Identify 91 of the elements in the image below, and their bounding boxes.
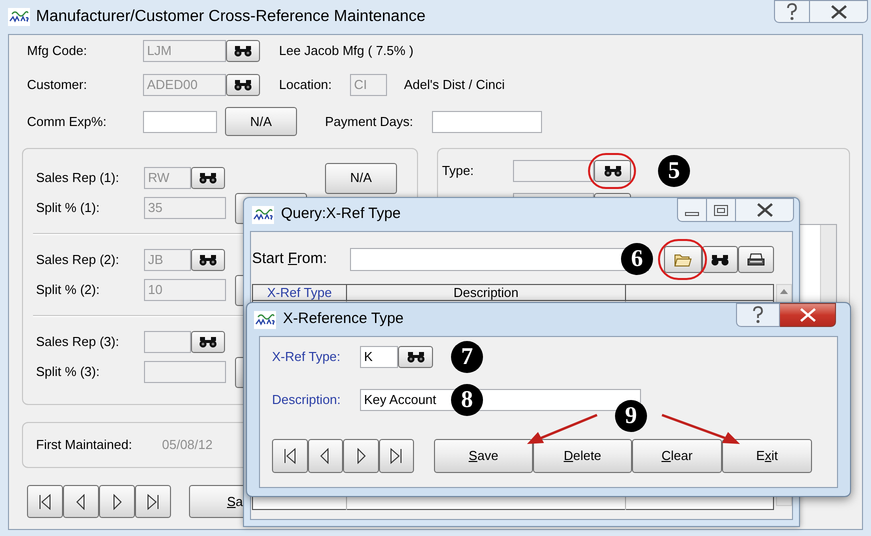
arrow bbox=[527, 414, 598, 444]
navigation-button[interactable] bbox=[99, 485, 135, 518]
binoculars-button[interactable] bbox=[226, 74, 260, 96]
navigation-button[interactable] bbox=[27, 485, 63, 518]
field-label: Sales Rep (3): bbox=[36, 333, 120, 352]
help-button[interactable] bbox=[774, 0, 810, 23]
maximize-icon bbox=[714, 204, 728, 216]
manufacturer-name: Lee Jacob Mfg ( 7.5% ) bbox=[279, 42, 414, 60]
field-label: Payment Days: bbox=[325, 112, 414, 131]
text-field[interactable]: K bbox=[360, 346, 398, 368]
printer-icon bbox=[747, 252, 765, 266]
window-title: X-Reference Type bbox=[283, 309, 404, 330]
location-name: Adel's Dist / Cinci bbox=[404, 76, 505, 94]
na-button[interactable]: N/A bbox=[325, 162, 397, 194]
action-button[interactable]: Clear bbox=[632, 439, 722, 473]
print-button[interactable] bbox=[738, 246, 774, 273]
field-label: Type: bbox=[442, 162, 475, 180]
step-number-badge: 6 bbox=[621, 243, 653, 275]
binoculars-button[interactable] bbox=[191, 167, 225, 189]
navigation-button[interactable] bbox=[272, 439, 308, 473]
minimize-icon bbox=[685, 212, 699, 216]
binoculars-button[interactable] bbox=[191, 331, 225, 353]
navigation-button[interactable] bbox=[378, 439, 414, 473]
close-button[interactable] bbox=[736, 198, 794, 222]
first-record-icon bbox=[38, 494, 52, 510]
action-button[interactable]: Save bbox=[434, 439, 533, 473]
binoculars-icon bbox=[711, 254, 729, 266]
binoculars-icon bbox=[199, 172, 217, 184]
scroll-up-icon bbox=[780, 289, 788, 294]
column-header[interactable]: X-Ref Type bbox=[253, 285, 347, 300]
navigation-button[interactable] bbox=[343, 439, 378, 473]
field-label: Split % (1): bbox=[36, 199, 101, 218]
field-label: Split % (3): bbox=[36, 363, 101, 382]
close-button[interactable] bbox=[810, 0, 868, 23]
binoculars-icon bbox=[234, 45, 252, 57]
logo-icon bbox=[252, 206, 274, 224]
start-from-label: Start From: bbox=[252, 249, 328, 270]
binoculars-icon bbox=[234, 79, 252, 91]
binoculars-button[interactable] bbox=[226, 40, 260, 62]
column-header[interactable]: Description bbox=[347, 285, 626, 300]
binoculars-icon bbox=[199, 254, 217, 266]
text-field[interactable] bbox=[432, 110, 542, 132]
last-record-icon bbox=[146, 494, 160, 510]
binoculars-button[interactable] bbox=[594, 160, 631, 182]
na-button[interactable]: N/A bbox=[225, 107, 297, 136]
first-record-icon bbox=[282, 448, 297, 464]
text-field[interactable] bbox=[143, 110, 217, 132]
window-title: Query:X-Ref Type bbox=[281, 204, 401, 224]
date-value: 05/08/12 bbox=[162, 436, 213, 454]
close-icon bbox=[798, 308, 816, 322]
navigation-button[interactable] bbox=[63, 485, 99, 518]
binoculars-button[interactable] bbox=[191, 249, 225, 271]
close-icon bbox=[756, 203, 774, 217]
close-icon bbox=[830, 4, 848, 18]
maximize-button[interactable] bbox=[707, 198, 736, 222]
binoculars-icon bbox=[199, 336, 217, 348]
navigation-button[interactable] bbox=[308, 439, 343, 473]
window-title: Manufacturer/Customer Cross-Reference Maintenance bbox=[36, 7, 426, 27]
binoculars-button[interactable] bbox=[702, 246, 738, 273]
minimize-button[interactable] bbox=[677, 198, 707, 222]
field-label: Customer: bbox=[27, 76, 88, 94]
field-label: Split % (2): bbox=[36, 281, 101, 300]
field-label: First Maintained: bbox=[36, 436, 134, 454]
field-label: Description: bbox=[272, 391, 342, 410]
help-icon bbox=[786, 2, 798, 20]
step-number-badge: 5 bbox=[658, 155, 690, 187]
step-number-badge: 8 bbox=[451, 384, 483, 416]
field-label: Comm Exp%: bbox=[27, 112, 108, 131]
help-button[interactable] bbox=[736, 303, 780, 327]
step-number-badge: 7 bbox=[451, 341, 483, 373]
text-field[interactable] bbox=[144, 361, 226, 383]
action-button[interactable]: Exit bbox=[722, 439, 812, 473]
binoculars-icon bbox=[604, 165, 622, 177]
field-label: Sales Rep (1): bbox=[36, 169, 120, 188]
action-button[interactable]: Delete bbox=[533, 439, 632, 473]
logo-icon bbox=[8, 8, 30, 26]
logo-icon bbox=[254, 310, 276, 328]
field-label: Sales Rep (2): bbox=[36, 251, 120, 270]
close-button[interactable] bbox=[780, 303, 836, 327]
navigation-button[interactable] bbox=[135, 485, 171, 518]
text-field[interactable] bbox=[144, 331, 191, 353]
help-icon bbox=[752, 306, 764, 324]
field-label: Mfg Code: bbox=[27, 42, 88, 60]
binoculars-button[interactable] bbox=[398, 346, 433, 368]
start-from-field[interactable] bbox=[350, 248, 649, 271]
field-label: X-Ref Type: bbox=[272, 348, 342, 366]
binoculars-icon bbox=[406, 351, 424, 363]
folder-icon bbox=[674, 252, 692, 266]
folder-button[interactable] bbox=[664, 246, 702, 273]
last-record-icon bbox=[389, 448, 404, 464]
field-label: Location: bbox=[279, 76, 333, 94]
